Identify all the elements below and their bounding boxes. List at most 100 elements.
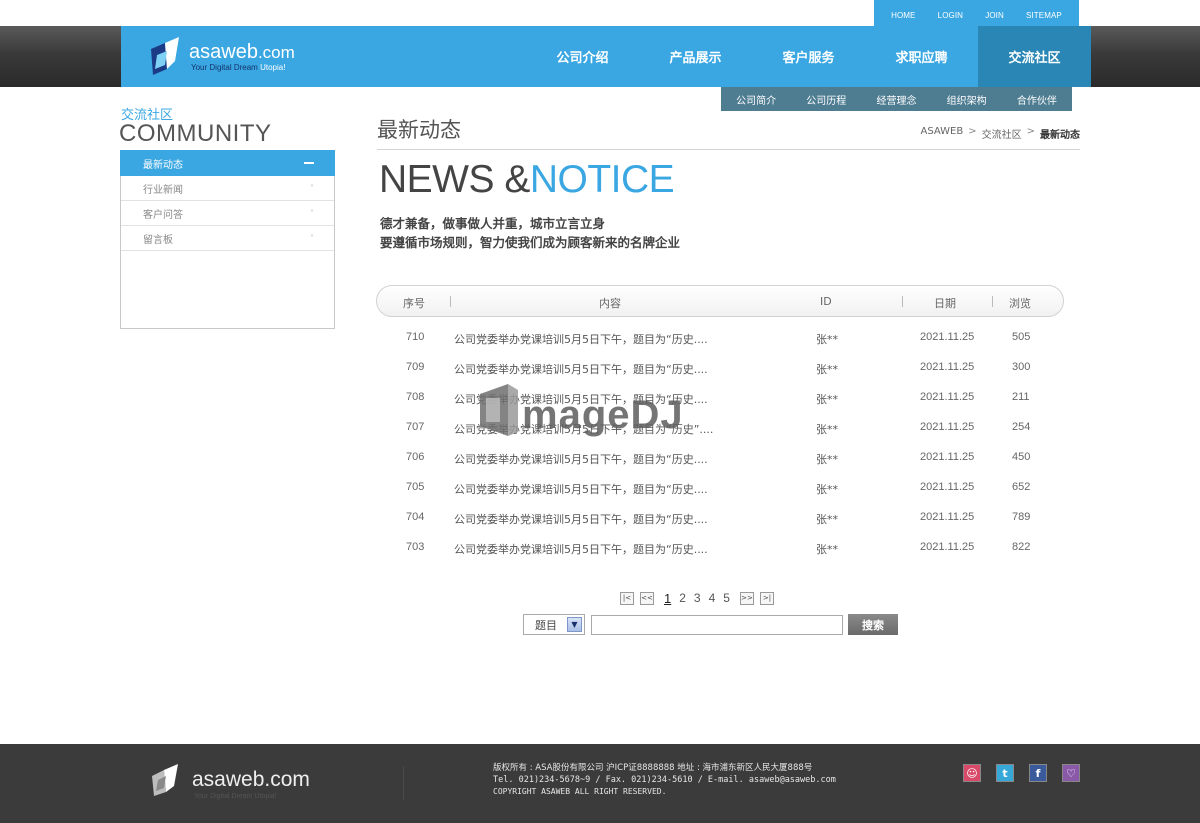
row-number: 706 (406, 451, 425, 463)
row-views: 211 (1012, 391, 1030, 403)
row-date: 2021.11.25 (920, 451, 975, 463)
subnav-organization[interactable]: 组织架构 (947, 92, 987, 107)
chat-icon[interactable]: ♡ (1062, 764, 1080, 782)
site-logo[interactable]: asaweb.com Your Digital Dream Utopia! (145, 35, 315, 79)
row-author: 张** (816, 393, 838, 406)
table-row[interactable]: 710 公司党委举办党课培训5月5日下午，题目为“历史.... 张** 2021… (376, 323, 1064, 353)
last-page-icon[interactable]: >| (759, 591, 774, 605)
row-title-link[interactable]: 公司党委举办党课培训5月5日下午，题目为“历史.... (454, 481, 708, 497)
logo-suffix: .com (257, 43, 295, 62)
subnav-intro[interactable]: 公司简介 (736, 92, 776, 107)
sub-nav: 公司简介 公司历程 经营理念 组织架构 合作伙伴 (721, 87, 1072, 111)
footer-copyright: COPYRIGHT ASAWEB ALL RIGHT RESERVED. (493, 787, 667, 796)
row-author: 张** (816, 483, 838, 496)
subnav-philosophy[interactable]: 经营理念 (876, 92, 916, 107)
row-author: 张** (816, 513, 838, 526)
nav-service[interactable]: 客户服务 (752, 26, 865, 87)
column-divider (902, 296, 903, 307)
util-sitemap-link[interactable]: SITEMAP (1026, 11, 1062, 20)
row-author: 张** (816, 543, 838, 556)
tagline: 德才兼备，做事做人并重，城市立言立身 要遵循市场规则，智力使我们成为顾客新来的名… (380, 214, 680, 252)
sidebar-menu: 最新动态 行业新闻 ˅ 客户问答 ˅ 留言板 ˅ (120, 150, 335, 329)
nav-jobs[interactable]: 求职应聘 (865, 26, 978, 87)
row-title-link[interactable]: 公司党委举办党课培训5月5日下午，题目为“历史.... (454, 451, 708, 467)
row-author: 张** (816, 453, 838, 466)
table-row[interactable]: 707 公司党委举办党课培训5月5日下午，题目为“历史”.... 张** 202… (376, 413, 1064, 443)
row-number: 704 (406, 511, 425, 523)
search-input[interactable] (591, 614, 843, 635)
tagline-line-1: 德才兼备，做事做人并重，城市立言立身 (380, 216, 606, 231)
prev-page-icon[interactable]: << (640, 591, 654, 605)
row-number: 703 (406, 541, 425, 553)
chevron-right-icon: > (1026, 126, 1035, 137)
table-row[interactable]: 709 公司党委举办党课培训5月5日下午，题目为“历史.... 张** 2021… (376, 353, 1064, 383)
search-bar: 题目 ▼ 搜索 (523, 614, 898, 635)
row-date: 2021.11.25 (920, 511, 975, 523)
table-row[interactable]: 704 公司党委举办党课培训5月5日下午，题目为“历史.... 张** 2021… (376, 503, 1064, 533)
main-nav: 公司介绍 产品展示 客户服务 求职应聘 交流社区 (526, 26, 1091, 87)
footer-logo[interactable]: asaweb.com Your Digital Dream Utopia! (150, 762, 310, 800)
page-number[interactable]: 3 (694, 591, 701, 605)
next-page-icon[interactable]: >> (739, 591, 754, 605)
pagination: |< << 1 2 3 4 5 >> >| (620, 590, 780, 606)
twitter-icon[interactable]: t (996, 764, 1014, 782)
facebook-icon[interactable]: f (1029, 764, 1047, 782)
header-left-band (0, 26, 121, 87)
social-links: ☺ t f ♡ (963, 764, 1080, 782)
util-home-link[interactable]: HOME (891, 11, 915, 20)
logo-name: asaweb (189, 41, 258, 63)
page-number[interactable]: 2 (679, 591, 686, 605)
title-divider (377, 149, 1080, 150)
sidebar-item-industry-news[interactable]: 行业新闻 ˅ (121, 176, 334, 201)
page-number[interactable]: 5 (723, 591, 730, 605)
sidebar-item-guestbook[interactable]: 留言板 ˅ (121, 226, 334, 251)
utility-nav: HOME LOGIN JOIN SITEMAP (874, 0, 1079, 26)
row-title-link[interactable]: 公司党委举办党课培训5月5日下午，题目为“历史.... (454, 541, 708, 557)
util-join-link[interactable]: JOIN (985, 11, 1004, 20)
row-title-link[interactable]: 公司党委举办党课培训5月5日下午，题目为“历史.... (454, 361, 708, 377)
row-date: 2021.11.25 (920, 541, 975, 553)
row-number: 705 (406, 481, 425, 493)
row-date: 2021.11.25 (920, 331, 975, 343)
first-page-icon[interactable]: |< (620, 591, 634, 605)
search-button[interactable]: 搜索 (848, 614, 898, 635)
row-author: 张** (816, 363, 838, 376)
sidebar-title-en: COMMUNITY (119, 120, 272, 147)
sidebar-item-label: 客户问答 (143, 209, 183, 221)
table-row[interactable]: 703 公司党委举办党课培训5月5日下午，题目为“历史.... 张** 2021… (376, 533, 1064, 563)
row-title-link[interactable]: 公司党委举办党课培训5月5日下午，题目为“历史.... (454, 331, 708, 347)
table-row[interactable]: 708 公司党委举办党课培训5月5日下午，题目为“历史.... 张** 2021… (376, 383, 1064, 413)
row-title-link[interactable]: 公司党委举办党课培训5月5日下午，题目为“历史.... (454, 511, 708, 527)
page-number-current[interactable]: 1 (664, 591, 671, 606)
nav-community[interactable]: 交流社区 (978, 26, 1091, 87)
sidebar-item-latest[interactable]: 最新动态 (120, 150, 335, 176)
breadcrumb-home[interactable]: ASAWEB (920, 126, 963, 141)
tagline-line-2: 要遵循市场规则，智力使我们成为顾客新来的名牌企业 (380, 235, 681, 250)
nav-company[interactable]: 公司介绍 (526, 26, 639, 87)
search-field-value: 题目 (535, 618, 557, 632)
row-author: 张** (816, 333, 838, 346)
breadcrumb-section[interactable]: 交流社区 (982, 126, 1022, 141)
util-login-link[interactable]: LOGIN (938, 11, 963, 20)
sidebar-item-label: 留言板 (143, 234, 173, 246)
footer-company-line: 版权所有 : ASA股份有限公司 沪ICP证8888888 地址 : 海市浦东新… (493, 763, 813, 773)
row-title-link[interactable]: 公司党委举办党课培训5月5日下午，题目为“历史”.... (454, 421, 713, 437)
column-divider (450, 296, 451, 307)
row-views: 505 (1012, 331, 1031, 343)
page-number[interactable]: 4 (709, 591, 716, 605)
chevron-down-icon: ˅ (310, 208, 314, 218)
column-divider (992, 296, 993, 307)
minus-icon (304, 162, 314, 164)
nav-products[interactable]: 产品展示 (639, 26, 752, 87)
subnav-history[interactable]: 公司历程 (806, 92, 846, 107)
chevron-down-icon[interactable]: ▼ (567, 617, 582, 632)
hero-part-1: NEWS & (379, 158, 530, 201)
weibo-icon[interactable]: ☺ (963, 764, 981, 782)
search-field-select[interactable]: 题目 ▼ (523, 614, 585, 635)
table-row[interactable]: 705 公司党委举办党课培训5月5日下午，题目为“历史.... 张** 2021… (376, 473, 1064, 503)
sidebar-item-qa[interactable]: 客户问答 ˅ (121, 201, 334, 226)
row-title-link[interactable]: 公司党委举办党课培训5月5日下午，题目为“历史.... (454, 391, 708, 407)
table-row[interactable]: 706 公司党委举办党课培训5月5日下午，题目为“历史.... 张** 2021… (376, 443, 1064, 473)
subnav-partners[interactable]: 合作伙伴 (1017, 92, 1057, 107)
row-views: 450 (1012, 451, 1031, 463)
